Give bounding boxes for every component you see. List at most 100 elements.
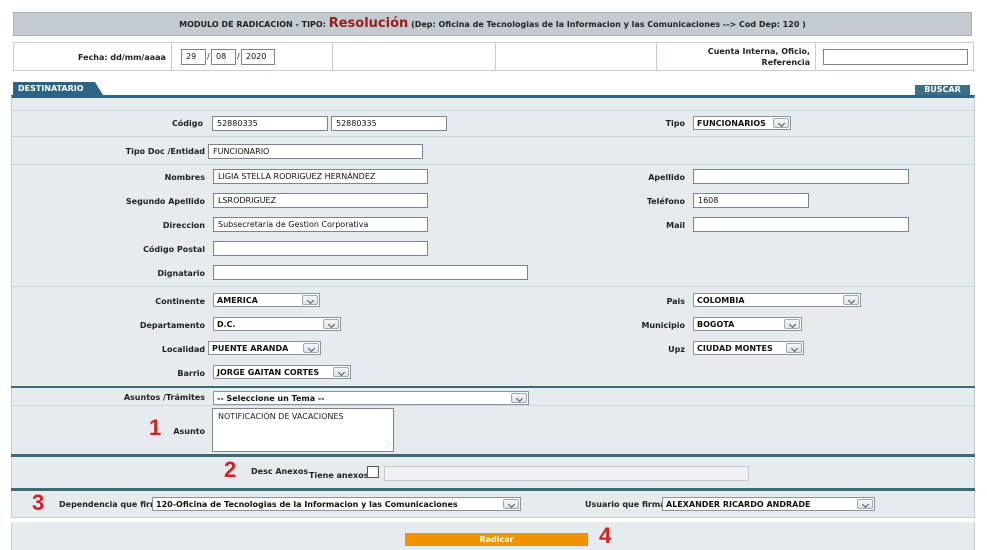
asunto-text: NOTIFICACIÓN DE VACACIONES: [218, 412, 344, 421]
departamento-select[interactable]: D.C.: [213, 317, 341, 331]
header-title-prefix: MODULO DE RADICACION - TIPO:: [179, 20, 326, 29]
tipo-select[interactable]: FUNCIONARIOS: [693, 116, 791, 130]
segundo-apellido-field[interactable]: LSRODRIGUEZ: [213, 193, 428, 208]
date-row-divider-4: [656, 42, 657, 71]
panel-divider-1: [12, 110, 974, 111]
day-field[interactable]: 29: [181, 49, 206, 65]
pais-select-value: COLOMBIA: [697, 296, 745, 305]
desc-anexos-label: Desc Anexos: [251, 467, 309, 476]
pais-select[interactable]: COLOMBIA: [693, 293, 861, 307]
nombres-label: Nombres: [164, 173, 205, 182]
municipio-label: Municipio: [641, 321, 685, 330]
tab-destinatario[interactable]: DESTINATARIO: [13, 82, 103, 95]
date-row-divider-2: [332, 42, 333, 71]
dependencia-select[interactable]: 120-Oficina de Tecnologias de la Informa…: [152, 497, 521, 511]
year-field[interactable]: 2020: [241, 49, 275, 65]
dignatario-label: Dignatario: [157, 269, 205, 278]
upz-select-value: CIUDAD MONTES: [697, 344, 773, 353]
direccion-field[interactable]: Subsecretaria de Gestion Corporativa: [213, 217, 428, 232]
date-row-divider-5: [815, 42, 816, 71]
cuenta-interna-field[interactable]: [823, 49, 968, 65]
annotation-number-2: 2: [224, 457, 237, 482]
mail-label: Mail: [666, 221, 685, 230]
usuario-firma-label: Usuario que firma: [585, 500, 666, 509]
codigo-field-1[interactable]: 52880335: [212, 116, 328, 131]
tiene-anexos-checkbox[interactable]: [367, 466, 379, 478]
departamento-select-value: D.C.: [217, 320, 236, 329]
chevron-down-icon: [511, 393, 527, 403]
tramites-select-value: -- Seleccione un Tema --: [217, 394, 325, 403]
tipo-doc-label: Tipo Doc /Entidad: [125, 147, 205, 156]
barrio-select[interactable]: JORGE GAITAN CORTES: [213, 365, 351, 379]
buscar-label: BUSCAR: [924, 85, 961, 94]
barrio-select-value: JORGE GAITAN CORTES: [217, 368, 320, 377]
header-bar: MODULO DE RADICACION - TIPO: Resolución …: [13, 12, 972, 36]
codigo-label: Código: [171, 119, 203, 128]
localidad-label: Localidad: [161, 345, 205, 354]
dependencia-label: Dependencia que firma: [59, 500, 164, 509]
chevron-down-icon: [784, 319, 800, 329]
buscar-button[interactable]: BUSCAR: [915, 85, 970, 95]
usuario-firma-select[interactable]: ALEXANDER RICARDO ANDRADE: [662, 497, 875, 511]
codigo-postal-field[interactable]: [213, 241, 428, 256]
chevron-down-icon: [333, 367, 349, 377]
radicar-label: Radicar: [479, 535, 514, 544]
chevron-down-icon: [323, 319, 339, 329]
tramites-select[interactable]: -- Seleccione un Tema --: [213, 391, 529, 405]
chevron-down-icon: [302, 295, 318, 305]
date-sep-2: /: [237, 52, 240, 61]
chevron-down-icon: [303, 343, 319, 353]
dependencia-select-value: 120-Oficina de Tecnologias de la Informa…: [156, 500, 458, 509]
cuenta-label-1: Cuenta Interna, Oficio,: [707, 47, 810, 56]
resize-grip-icon[interactable]: ⋰: [384, 443, 391, 450]
tipo-select-value: FUNCIONARIOS: [697, 119, 766, 128]
destinatario-panel: [11, 95, 975, 387]
upz-select[interactable]: CIUDAD MONTES: [693, 341, 804, 355]
chevron-down-icon: [843, 295, 859, 305]
annotation-number-3: 3: [32, 490, 45, 515]
codigo-postal-label: Código Postal: [143, 245, 205, 254]
date-sep-1: /: [207, 52, 210, 61]
localidad-select[interactable]: PUENTE ARANDA: [208, 341, 321, 355]
tiene-anexos-label: Tiene anexos?: [309, 471, 374, 480]
tramites-label: Asuntos /Trámites: [123, 393, 205, 402]
month-field[interactable]: 08: [211, 49, 236, 65]
annotation-number-1: 1: [149, 415, 162, 440]
telefono-field[interactable]: 1608: [693, 193, 809, 208]
codigo-field-2[interactable]: 52880335: [331, 116, 447, 131]
dignatario-field[interactable]: [213, 265, 528, 280]
continente-select[interactable]: AMERICA: [213, 293, 320, 307]
telefono-label: Teléfono: [646, 197, 685, 206]
panel-divider-3: [12, 164, 974, 165]
panel-divider-4: [12, 286, 974, 287]
chevron-down-icon: [786, 343, 802, 353]
chevron-down-icon: [773, 118, 789, 128]
asunto-textarea[interactable]: NOTIFICACIÓN DE VACACIONES ⋰: [212, 408, 394, 452]
direccion-label: Direccion: [162, 221, 205, 230]
panel-divider-2: [12, 136, 974, 137]
municipio-select[interactable]: BOGOTA: [693, 317, 802, 331]
tipo-label: Tipo: [665, 119, 685, 128]
radicar-button[interactable]: Radicar: [405, 533, 588, 546]
continente-select-value: AMERICA: [217, 296, 258, 305]
departamento-label: Departamento: [139, 321, 205, 330]
annotation-number-4: 4: [599, 523, 612, 548]
tipo-doc-field[interactable]: FUNCIONARIO: [208, 144, 423, 159]
apellido-label: Apellido: [648, 173, 685, 182]
segundo-apellido-label: Segundo Apellido: [125, 197, 205, 206]
pais-label: Pais: [666, 297, 685, 306]
municipio-select-value: BOGOTA: [697, 320, 735, 329]
chevron-down-icon: [857, 499, 873, 509]
usuario-firma-select-value: ALEXANDER RICARDO ANDRADE: [666, 500, 811, 509]
desc-anexos-field: [384, 466, 749, 481]
chevron-down-icon: [503, 499, 519, 509]
nombres-field[interactable]: LIGIA STELLA RODRIGUEZ HERNÁNDEZ: [213, 169, 428, 184]
date-row-divider-3: [495, 42, 496, 71]
mail-field[interactable]: [693, 217, 909, 232]
upz-label: Upz: [668, 345, 685, 354]
date-row-divider-1: [171, 42, 172, 71]
barrio-label: Barrio: [177, 369, 205, 378]
cuenta-label-2: Referencia: [761, 58, 810, 67]
localidad-select-value: PUENTE ARANDA: [212, 344, 289, 353]
apellido-field[interactable]: [693, 169, 909, 184]
